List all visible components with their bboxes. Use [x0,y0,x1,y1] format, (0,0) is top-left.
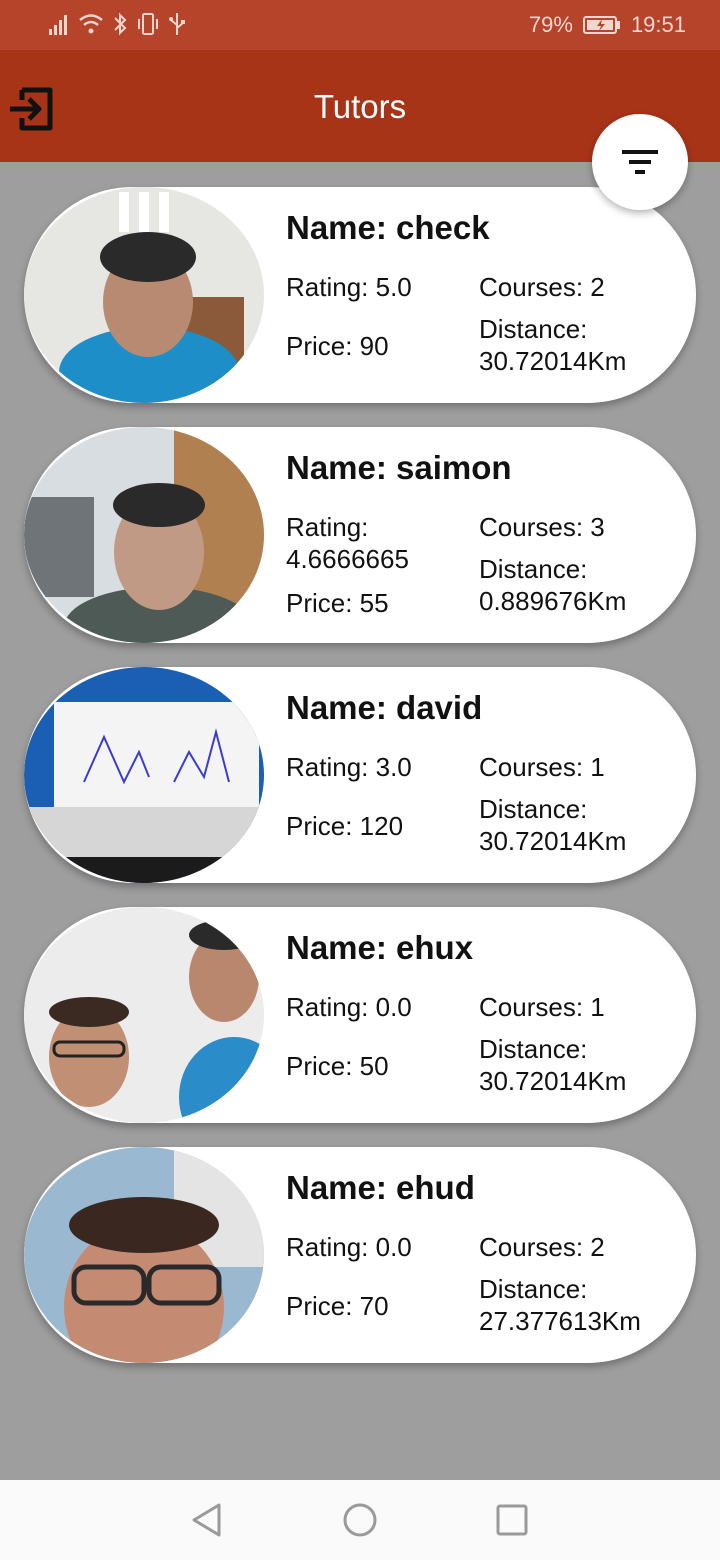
tutor-photo [24,1147,264,1363]
status-bar: 79% 19:51 [0,0,720,50]
tutor-distance: Distance: 30.72014Km [479,794,627,856]
tutor-name: Name: ehud [286,1169,475,1206]
battery-charging-icon [582,16,620,34]
tutor-rating: Rating: 3.0 [286,752,412,782]
tutor-price: Price: 55 [286,588,389,618]
vibrate-icon [138,13,158,35]
tutor-rating: Rating: 0.0 [286,992,412,1022]
recents-square-icon [496,1504,528,1536]
status-icons-right: 79% 19:51 [529,12,686,38]
tutor-photo [24,907,264,1123]
tutor-rating: Rating: 0.0 [286,1232,412,1262]
page-title: Tutors [313,88,407,125]
filter-icon [622,150,658,174]
tutor-courses: Courses: 2 [479,272,605,302]
tutor-price: Price: 90 [286,331,389,361]
tutor-name: Name: check [286,209,490,246]
signal-icon [49,15,67,35]
tutor-courses: Courses: 2 [479,1232,605,1262]
tutor-name: Name: saimon [286,449,512,486]
tutor-name: Name: david [286,689,483,726]
tutor-courses: Courses: 1 [479,992,605,1022]
battery-percent: 79% [528,12,573,37]
tutor-price: Price: 120 [286,811,404,841]
tutor-card[interactable]: Name: saimon Rating: 4.6666665 Price: 55… [24,427,696,643]
tutor-distance: Distance: 30.72014Km [479,314,627,376]
tutor-photo [24,187,264,403]
clock: 19:51 [630,12,686,37]
bluetooth-icon [114,12,127,36]
status-icons-left [48,11,186,37]
tutor-photo [24,427,264,643]
filter-button[interactable] [592,114,688,210]
tutor-card[interactable]: Name: check Rating: 5.0 Price: 90 Course… [24,187,696,403]
tutor-card[interactable]: Name: david Rating: 3.0 Price: 120 Cours… [24,667,696,883]
home-button[interactable] [340,1500,380,1540]
recents-button[interactable] [492,1500,532,1540]
tutor-distance: Distance: 30.72014Km [479,1034,627,1096]
tutor-price: Price: 70 [286,1291,389,1321]
tutor-card[interactable]: Name: ehud Rating: 0.0 Price: 70 Courses… [24,1147,696,1363]
tutor-rating: Rating: 4.6666665 [286,512,409,574]
back-button[interactable] [187,1500,227,1540]
tutor-distance: Distance: 0.889676Km [479,554,627,616]
tutor-courses: Courses: 3 [479,512,605,542]
wifi-icon [79,14,103,34]
system-nav-bar [0,1480,720,1560]
tutor-photo [24,667,264,883]
tutor-card[interactable]: Name: ehux Rating: 0.0 Price: 50 Courses… [24,907,696,1123]
tutor-price: Price: 50 [286,1051,389,1081]
tutor-distance: Distance: 27.377613Km [479,1274,641,1336]
back-triangle-icon [192,1503,221,1537]
usb-icon [169,13,185,35]
tutor-name: Name: ehux [286,929,474,966]
tutor-courses: Courses: 1 [479,752,605,782]
home-circle-icon [343,1503,377,1537]
tutor-rating: Rating: 5.0 [286,272,412,302]
